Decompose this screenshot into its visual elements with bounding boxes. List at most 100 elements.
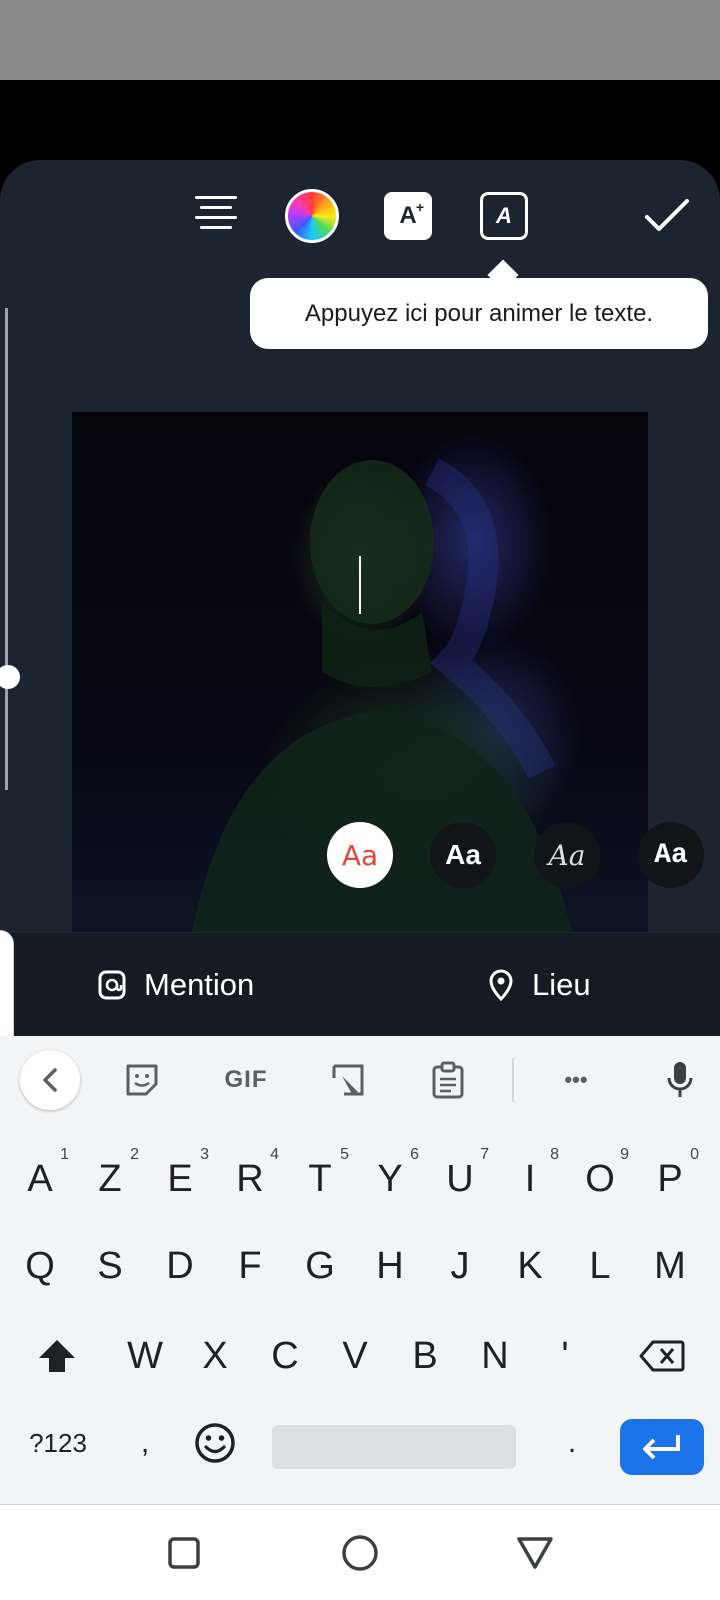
font-style-typewriter[interactable]: Aa [638, 822, 704, 888]
key-x[interactable]: X [180, 1321, 250, 1391]
font-style-modern[interactable]: Aa [430, 822, 496, 888]
sticker-button[interactable] [120, 1058, 164, 1102]
recent-apps-button[interactable] [161, 1530, 207, 1576]
comma-key[interactable]: , [110, 1408, 180, 1478]
shift-key[interactable] [22, 1321, 92, 1391]
key-hint-number: 9 [620, 1146, 629, 1163]
key-label: Z [98, 1157, 122, 1200]
home-button[interactable] [337, 1530, 383, 1576]
backspace-key[interactable] [627, 1321, 697, 1391]
color-picker-button[interactable] [285, 189, 339, 243]
key-w[interactable]: W [110, 1321, 180, 1391]
key-label: N [481, 1334, 509, 1377]
status-bar-area [0, 0, 720, 80]
clipboard-icon [432, 1061, 464, 1099]
key-label: T [308, 1157, 332, 1200]
emoji-key[interactable] [180, 1408, 250, 1478]
key-label: G [305, 1244, 335, 1287]
text-size-slider[interactable] [5, 308, 8, 790]
key-z[interactable]: Z2 [75, 1144, 145, 1214]
key-b[interactable]: B [390, 1321, 460, 1391]
more-dots-icon: ••• [564, 1067, 588, 1092]
key-a[interactable]: A1 [5, 1144, 75, 1214]
key-label: A [27, 1157, 53, 1200]
key-l[interactable]: L [565, 1231, 635, 1301]
key-label: C [271, 1334, 299, 1377]
location-button[interactable]: Lieu [488, 960, 591, 1010]
sparkle-icon: + [415, 199, 424, 215]
keyboard-collapse-button[interactable] [20, 1050, 80, 1110]
key-s[interactable]: S [75, 1231, 145, 1301]
key-i[interactable]: I8 [495, 1144, 565, 1214]
key-hint-number: 0 [690, 1146, 699, 1163]
voice-input-button[interactable] [658, 1058, 702, 1102]
key-n[interactable]: N [460, 1321, 530, 1391]
space-bar[interactable] [272, 1425, 516, 1469]
font-style-label: Aa [341, 838, 379, 872]
font-style-label: Aa [548, 838, 586, 872]
key-o[interactable]: O9 [565, 1144, 635, 1214]
back-button[interactable] [512, 1530, 558, 1576]
key-apostrophe[interactable]: ' [530, 1321, 600, 1391]
location-label: Lieu [532, 967, 591, 1002]
circle-icon [342, 1535, 378, 1571]
key-y[interactable]: Y6 [355, 1144, 425, 1214]
clipboard-button[interactable] [426, 1058, 470, 1102]
text-effect-icon: A [399, 202, 417, 229]
font-style-classic[interactable]: Aa [327, 822, 393, 888]
screen: A + A Appuyez ici pour animer le texte. … [0, 0, 720, 1600]
key-j[interactable]: J [425, 1231, 495, 1301]
period-label: . [567, 1426, 577, 1459]
key-t[interactable]: T5 [285, 1144, 355, 1214]
text-effect-button[interactable]: A + [384, 192, 432, 240]
square-icon [168, 1537, 200, 1569]
key-r[interactable]: R4 [215, 1144, 285, 1214]
key-label: R [236, 1157, 264, 1200]
key-h[interactable]: H [355, 1231, 425, 1301]
handwriting-icon [332, 1064, 364, 1096]
toolbar-divider [512, 1058, 514, 1102]
microphone-icon [667, 1062, 693, 1097]
checkmark-icon [645, 199, 689, 231]
animate-text-button[interactable]: A [480, 192, 528, 240]
tooltip-text: Appuyez ici pour animer le texte. [304, 299, 654, 327]
key-label: J [450, 1244, 470, 1287]
key-p[interactable]: P0 [635, 1144, 705, 1214]
text-cursor [359, 556, 361, 614]
key-f[interactable]: F [215, 1231, 285, 1301]
key-c[interactable]: C [250, 1321, 320, 1391]
handwriting-button[interactable] [326, 1058, 370, 1102]
key-label: H [376, 1244, 404, 1287]
key-u[interactable]: U7 [425, 1144, 495, 1214]
enter-key[interactable] [620, 1419, 704, 1475]
key-label: O [585, 1157, 615, 1200]
done-button[interactable] [640, 188, 694, 242]
symbols-key[interactable]: ?123 [20, 1408, 96, 1478]
key-label: V [342, 1334, 368, 1377]
key-d[interactable]: D [145, 1231, 215, 1301]
key-hint-number: 6 [410, 1146, 419, 1163]
font-style-script[interactable]: Aa [534, 822, 600, 888]
gif-button[interactable]: GIF [220, 1058, 272, 1102]
key-label: F [238, 1244, 262, 1287]
key-e[interactable]: E3 [145, 1144, 215, 1214]
key-hint-number: 4 [270, 1146, 279, 1163]
key-label: S [97, 1244, 123, 1287]
sticker-icon [126, 1064, 158, 1096]
mention-button[interactable]: Mention [98, 960, 254, 1010]
return-arrow-icon [643, 1435, 680, 1460]
key-v[interactable]: V [320, 1321, 390, 1391]
key-m[interactable]: M [635, 1231, 705, 1301]
key-q[interactable]: Q [5, 1231, 75, 1301]
key-g[interactable]: G [285, 1231, 355, 1301]
key-hint-number: 7 [480, 1146, 489, 1163]
font-style-label: Aa [654, 839, 688, 871]
period-key[interactable]: . [537, 1408, 607, 1478]
key-label: M [654, 1244, 686, 1287]
animate-tooltip[interactable]: Appuyez ici pour animer le texte. [250, 278, 708, 349]
more-options-button[interactable]: ••• [554, 1058, 598, 1102]
key-hint-number: 2 [130, 1146, 139, 1163]
key-k[interactable]: K [495, 1231, 565, 1301]
text-align-button[interactable] [189, 190, 243, 244]
key-label: X [202, 1334, 228, 1377]
